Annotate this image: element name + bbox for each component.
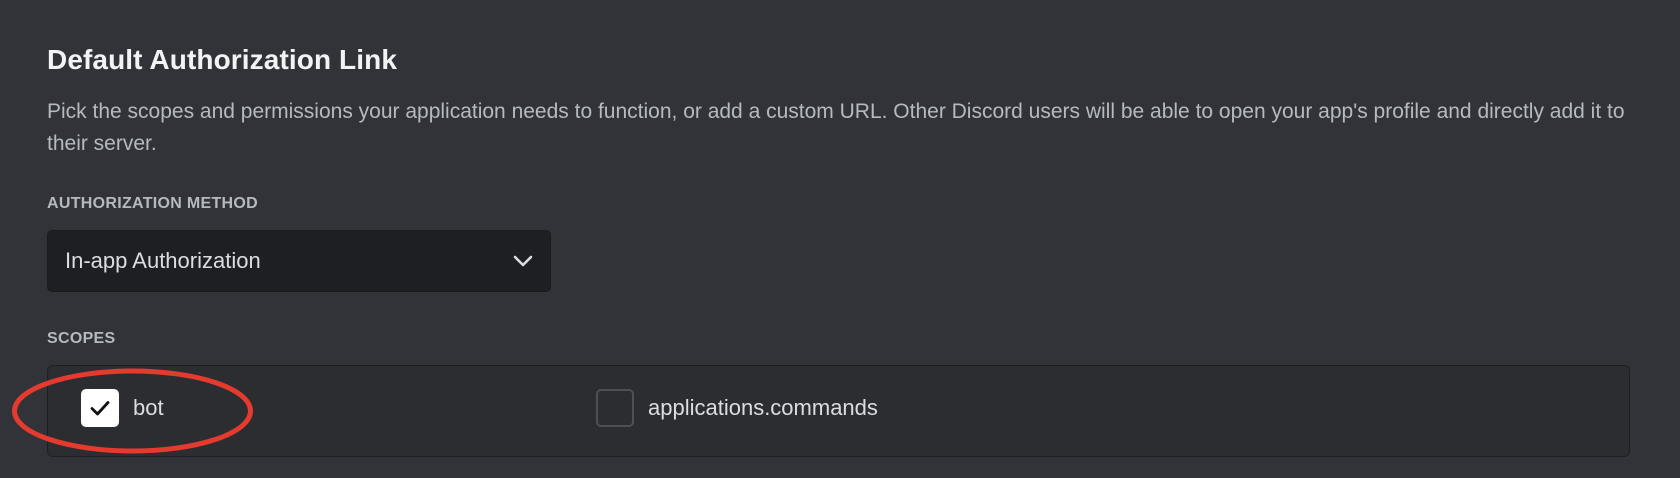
scope-label-applications-commands: applications.commands	[648, 395, 878, 420]
scope-checkbox-bot[interactable]	[81, 389, 119, 427]
checkmark-icon	[90, 401, 110, 416]
scope-option-applications-commands[interactable]: applications.commands	[596, 389, 878, 427]
scope-checkbox-applications-commands[interactable]	[596, 389, 634, 427]
chevron-down-icon	[512, 250, 534, 272]
authorization-settings-page: Default Authorization Link Pick the scop…	[0, 0, 1680, 478]
authorization-method-value: In-app Authorization	[65, 248, 261, 273]
authorization-method-label: AUTHORIZATION METHOD	[47, 195, 259, 212]
section-description: Pick the scopes and permissions your app…	[47, 100, 1625, 155]
scopes-list: bot applications.commands	[47, 365, 1630, 457]
section-title: Default Authorization Link	[47, 44, 397, 75]
scope-label-bot: bot	[133, 395, 164, 420]
scope-option-bot[interactable]: bot	[81, 389, 164, 427]
scopes-label: SCOPES	[47, 330, 116, 347]
authorization-method-select[interactable]: In-app Authorization	[47, 230, 551, 292]
